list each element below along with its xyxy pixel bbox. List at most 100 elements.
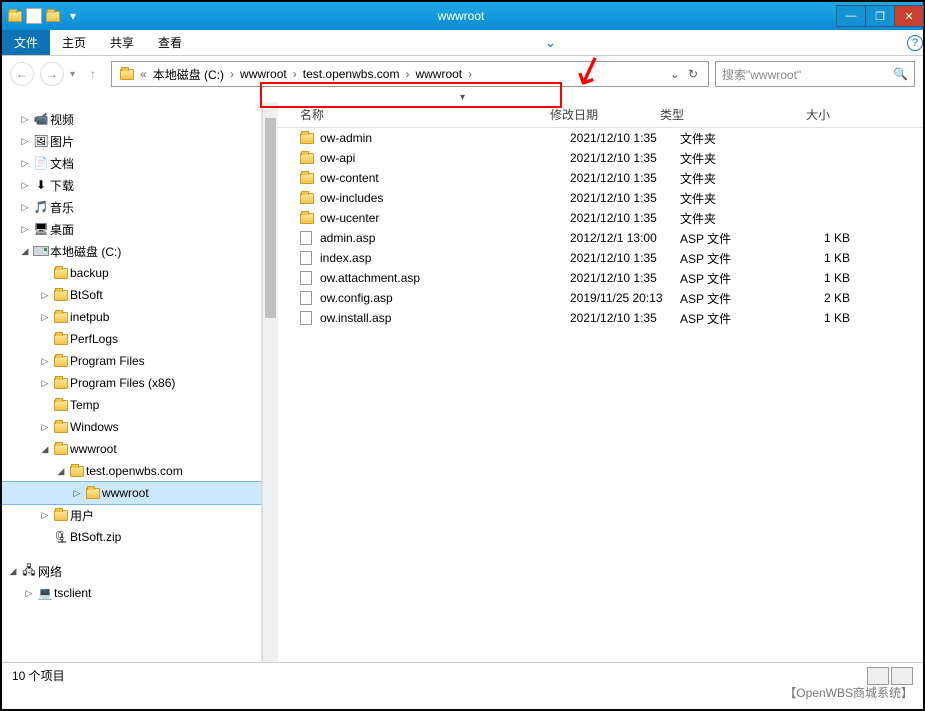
tab-view[interactable]: 查看 [146,30,194,55]
file-row[interactable]: ow.attachment.asp2021/12/10 1:35ASP 文件1 … [278,268,923,288]
chevron-right-icon: › [228,67,236,81]
tree-wwwroot-inner[interactable]: ▷wwwroot [2,482,261,504]
title-bar: ▾ wwwroot — ❐ ✕ [2,2,923,30]
file-size: 1 KB [790,251,850,265]
file-type: ASP 文件 [680,310,790,327]
tree-desktop[interactable]: ▷🖥桌面 [2,218,261,240]
breadcrumb-expand-icon[interactable]: ▾ [2,92,923,102]
sidebar-scrollbar[interactable] [262,102,278,662]
qat-dropdown-icon[interactable]: ▾ [64,7,82,25]
file-type: 文件夹 [680,170,790,187]
chevron-icon[interactable]: « [138,67,149,81]
refresh-icon[interactable]: ↻ [688,67,698,81]
search-placeholder: 搜索"wwwroot" [722,66,801,83]
tree-drive-c[interactable]: ◢本地磁盘 (C:) [2,240,261,262]
window-title: wwwroot [86,9,836,23]
file-row[interactable]: ow-ucenter2021/12/10 1:35文件夹 [278,208,923,228]
folder-icon [300,213,320,224]
item-count: 10 个项目 [12,667,65,684]
tab-home[interactable]: 主页 [50,30,98,55]
file-date: 2021/12/10 1:35 [570,151,680,165]
tree-wwwroot[interactable]: ◢wwwroot [2,438,261,460]
close-button[interactable]: ✕ [894,5,924,27]
file-date: 2012/12/1 13:00 [570,231,680,245]
tree-temp[interactable]: Temp [2,394,261,416]
tree-videos[interactable]: ▷📹视频 [2,108,261,130]
tab-share[interactable]: 共享 [98,30,146,55]
tree-perflogs[interactable]: PerfLogs [2,328,261,350]
file-date: 2021/12/10 1:35 [570,131,680,145]
qat-properties-icon[interactable] [26,8,42,24]
file-type: ASP 文件 [680,270,790,287]
col-name[interactable]: 名称 [300,106,550,123]
tree-documents[interactable]: ▷📄文档 [2,152,261,174]
address-dropdown-icon[interactable]: ⌄ [670,67,680,81]
tree-btsoft-zip[interactable]: 🗜BtSoft.zip [2,526,261,548]
watermark: 【OpenWBS商城系统】 [784,684,913,701]
folder-tree: ▷📹视频 ▷🖼图片 ▷📄文档 ▷⬇下载 ▷🎵音乐 ▷🖥桌面 ◢本地磁盘 (C:)… [2,102,262,662]
file-name: ow.install.asp [320,311,570,325]
breadcrumb-p2[interactable]: test.openwbs.com [299,62,404,86]
up-button[interactable]: ↑ [81,62,105,86]
address-bar[interactable]: « 本地磁盘 (C:) › wwwroot › test.openwbs.com… [111,61,709,87]
tree-program-files-x86[interactable]: ▷Program Files (x86) [2,372,261,394]
tree-users[interactable]: ▷用户 [2,504,261,526]
view-icons-button[interactable] [891,667,913,685]
tree-test-openwbs[interactable]: ◢test.openwbs.com [2,460,261,482]
file-type: ASP 文件 [680,230,790,247]
file-row[interactable]: ow-content2021/12/10 1:35文件夹 [278,168,923,188]
col-type[interactable]: 类型 [660,106,770,123]
file-row[interactable]: ow.config.asp2019/11/25 20:13ASP 文件2 KB [278,288,923,308]
file-icon [300,311,320,325]
qat-new-folder-icon[interactable] [44,7,62,25]
file-row[interactable]: ow-admin2021/12/10 1:35文件夹 [278,128,923,148]
history-dropdown-icon[interactable]: ▾ [70,69,75,80]
file-row[interactable]: admin.asp2012/12/1 13:00ASP 文件1 KB [278,228,923,248]
tree-inetpub[interactable]: ▷inetpub [2,306,261,328]
file-row[interactable]: ow-includes2021/12/10 1:35文件夹 [278,188,923,208]
file-type: 文件夹 [680,130,790,147]
search-input[interactable]: 搜索"wwwroot" 🔍 [715,61,915,87]
forward-button[interactable]: → [40,62,64,86]
file-type: ASP 文件 [680,290,790,307]
tree-tsclient[interactable]: ▷💻tsclient [2,582,261,604]
tree-windows[interactable]: ▷Windows [2,416,261,438]
tree-program-files[interactable]: ▷Program Files [2,350,261,372]
ribbon-expand-icon[interactable]: ⌄ [531,34,571,51]
breadcrumb-drive[interactable]: 本地磁盘 (C:) [149,62,228,86]
breadcrumb-p3[interactable]: wwwroot [411,62,466,86]
file-size: 2 KB [790,291,850,305]
tree-network[interactable]: ◢🖧网络 [2,560,261,582]
file-icon [300,291,320,305]
tree-downloads[interactable]: ▷⬇下载 [2,174,261,196]
file-name: ow-content [320,171,570,185]
col-date[interactable]: 修改日期 [550,106,660,123]
file-date: 2021/12/10 1:35 [570,271,680,285]
file-row[interactable]: ow-api2021/12/10 1:35文件夹 [278,148,923,168]
maximize-button[interactable]: ❐ [865,5,895,27]
file-row[interactable]: index.asp2021/12/10 1:35ASP 文件1 KB [278,248,923,268]
file-date: 2021/12/10 1:35 [570,171,680,185]
address-folder-icon [120,69,134,80]
minimize-button[interactable]: — [836,5,866,27]
file-date: 2021/12/10 1:35 [570,211,680,225]
file-type: ASP 文件 [680,250,790,267]
tab-file[interactable]: 文件 [2,30,50,55]
app-icon [6,7,24,25]
col-size[interactable]: 大小 [770,106,830,123]
chevron-right-icon: › [291,67,299,81]
breadcrumb-p1[interactable]: wwwroot [236,62,291,86]
back-button[interactable]: ← [10,62,34,86]
tree-pictures[interactable]: ▷🖼图片 [2,130,261,152]
file-size: 1 KB [790,311,850,325]
help-icon[interactable]: ? [907,35,923,51]
file-type: 文件夹 [680,150,790,167]
view-details-button[interactable] [867,667,889,685]
file-icon [300,231,320,245]
search-icon[interactable]: 🔍 [893,67,908,81]
tree-music[interactable]: ▷🎵音乐 [2,196,261,218]
file-name: admin.asp [320,231,570,245]
tree-btsoft[interactable]: ▷BtSoft [2,284,261,306]
file-row[interactable]: ow.install.asp2021/12/10 1:35ASP 文件1 KB [278,308,923,328]
tree-backup[interactable]: backup [2,262,261,284]
